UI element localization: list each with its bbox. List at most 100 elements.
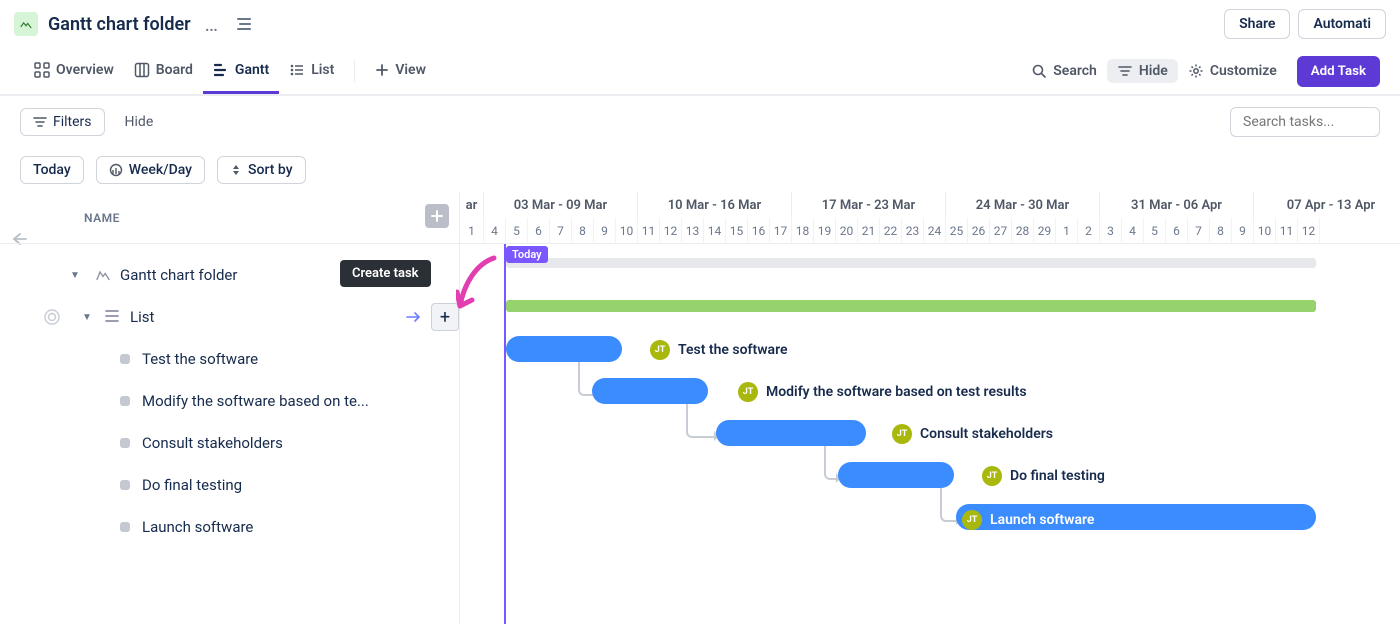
assignee-avatar[interactable]: JT xyxy=(650,340,670,360)
task-bar[interactable] xyxy=(716,420,866,446)
task-row[interactable]: Modify the software based on te... xyxy=(0,380,459,422)
folder-type-icon xyxy=(14,12,38,36)
task-label: Do final testing xyxy=(142,476,242,494)
view-tabs: Overview Board Gantt List View Search Hi… xyxy=(0,48,1400,96)
day-header: 21 xyxy=(858,218,880,244)
tab-overview[interactable]: Overview xyxy=(24,48,124,94)
task-row[interactable]: Test the software xyxy=(0,338,459,380)
task-status-dot xyxy=(120,354,130,364)
timeline-header: ar 03 Mar - 09 Mar 10 Mar - 16 Mar 17 Ma… xyxy=(460,192,1400,244)
scale-button[interactable]: Week/Day xyxy=(96,156,205,184)
search-tasks-input[interactable] xyxy=(1230,107,1380,137)
tab-gantt[interactable]: Gantt xyxy=(203,48,279,94)
task-list-header: NAME xyxy=(0,192,459,244)
group-bar[interactable] xyxy=(506,300,1316,312)
task-label: Consult stakeholders xyxy=(142,434,283,452)
title-more-icon[interactable]: … xyxy=(205,19,218,29)
sort-button[interactable]: Sort by xyxy=(217,156,306,184)
task-bar-label: JT Test the software xyxy=(650,340,788,360)
list-item-icon xyxy=(104,308,122,326)
day-header: 9 xyxy=(594,218,616,244)
create-task-button[interactable]: + xyxy=(431,303,459,331)
tab-list[interactable]: List xyxy=(279,48,344,94)
gantt-row: JT Do final testing xyxy=(460,454,1400,496)
task-list-panel: NAME ▼ Gantt chart folder ▼ xyxy=(0,192,460,624)
filters-button[interactable]: Filters xyxy=(20,108,105,136)
tab-list-label: List xyxy=(311,62,334,78)
day-header: 17 xyxy=(770,218,792,244)
day-header: 10 xyxy=(1254,218,1276,244)
toolbar-search-label: Search xyxy=(1053,63,1097,79)
caret-down-icon[interactable]: ▼ xyxy=(82,312,92,323)
toolbar-hide-label: Hide xyxy=(1139,63,1168,79)
summary-bar[interactable] xyxy=(506,258,1316,268)
open-arrow-icon[interactable] xyxy=(405,311,423,323)
day-header: 27 xyxy=(990,218,1012,244)
day-header: 24 xyxy=(924,218,946,244)
task-bar[interactable] xyxy=(838,462,954,488)
hide-icon xyxy=(1117,63,1133,79)
filter-bar: Filters Hide xyxy=(0,96,1400,148)
gear-icon xyxy=(1188,63,1204,79)
task-row[interactable]: Consult stakeholders xyxy=(0,422,459,464)
week-header: 24 Mar - 30 Mar xyxy=(946,192,1100,218)
day-header: 13 xyxy=(682,218,704,244)
automation-button[interactable]: Automati xyxy=(1298,9,1386,39)
gantt-timeline[interactable]: ar 03 Mar - 09 Mar 10 Mar - 16 Mar 17 Ma… xyxy=(460,192,1400,624)
gantt-row: JT Consult stakeholders xyxy=(460,412,1400,454)
day-header: 22 xyxy=(880,218,902,244)
gantt-icon xyxy=(213,62,229,78)
day-header: 4 xyxy=(484,218,506,244)
task-bar-label: JT Do final testing xyxy=(982,466,1105,486)
list-label: List xyxy=(130,308,154,326)
task-label: Modify the software based on te... xyxy=(142,392,369,410)
folder-icon xyxy=(94,266,112,284)
filter-icon xyxy=(33,116,47,128)
task-row[interactable]: Launch software xyxy=(0,506,459,548)
assignee-avatar[interactable]: JT xyxy=(962,510,982,530)
collapse-breadcrumb-icon[interactable] xyxy=(236,17,252,31)
share-button[interactable]: Share xyxy=(1224,9,1290,39)
tree-list-row[interactable]: ▼ List + xyxy=(0,296,459,338)
add-view-label: View xyxy=(395,62,426,78)
day-header: 8 xyxy=(572,218,594,244)
hide-link[interactable]: Hide xyxy=(125,114,154,130)
assignee-avatar[interactable]: JT xyxy=(892,424,912,444)
toolbar-customize[interactable]: Customize xyxy=(1178,59,1287,83)
gantt-body: Today JT Test the software xyxy=(460,244,1400,624)
day-header: 9 xyxy=(1232,218,1254,244)
caret-down-icon[interactable]: ▼ xyxy=(70,270,80,281)
day-header: 18 xyxy=(792,218,814,244)
gantt-controls: Today Week/Day Sort by xyxy=(0,148,1400,192)
tab-board[interactable]: Board xyxy=(124,48,203,94)
task-bar-label: JT Launch software xyxy=(962,510,1094,530)
gantt-row: JT Modify the software based on test res… xyxy=(460,370,1400,412)
sort-icon xyxy=(230,163,242,177)
today-marker-label: Today xyxy=(506,246,548,263)
add-view-button[interactable]: View xyxy=(365,48,436,94)
day-header: 23 xyxy=(902,218,924,244)
task-bar[interactable] xyxy=(592,378,708,404)
add-column-button[interactable] xyxy=(425,204,449,228)
toolbar-search[interactable]: Search xyxy=(1021,59,1107,83)
task-row[interactable]: Do final testing xyxy=(0,464,459,506)
week-header: 03 Mar - 09 Mar xyxy=(484,192,638,218)
folder-label: Gantt chart folder xyxy=(120,266,237,284)
search-icon xyxy=(1031,63,1047,79)
task-status-dot xyxy=(120,480,130,490)
page-title: Gantt chart folder xyxy=(48,14,191,35)
assignee-avatar[interactable]: JT xyxy=(982,466,1002,486)
gantt-row-group xyxy=(460,286,1400,328)
add-task-button[interactable]: Add Task xyxy=(1297,56,1380,87)
assignee-avatar[interactable]: JT xyxy=(738,382,758,402)
toolbar-hide[interactable]: Hide xyxy=(1107,59,1178,83)
week-header-partial: ar xyxy=(460,192,484,218)
week-header: 17 Mar - 23 Mar xyxy=(792,192,946,218)
today-button[interactable]: Today xyxy=(20,156,84,184)
task-bar-label: JT Modify the software based on test res… xyxy=(738,382,1027,402)
gantt-main: NAME ▼ Gantt chart folder ▼ xyxy=(0,192,1400,624)
day-header: 5 xyxy=(506,218,528,244)
grid-icon xyxy=(34,62,50,78)
task-bar[interactable] xyxy=(506,336,622,362)
day-header-band: 1456789101112131415161718192021222324252… xyxy=(460,218,1400,244)
